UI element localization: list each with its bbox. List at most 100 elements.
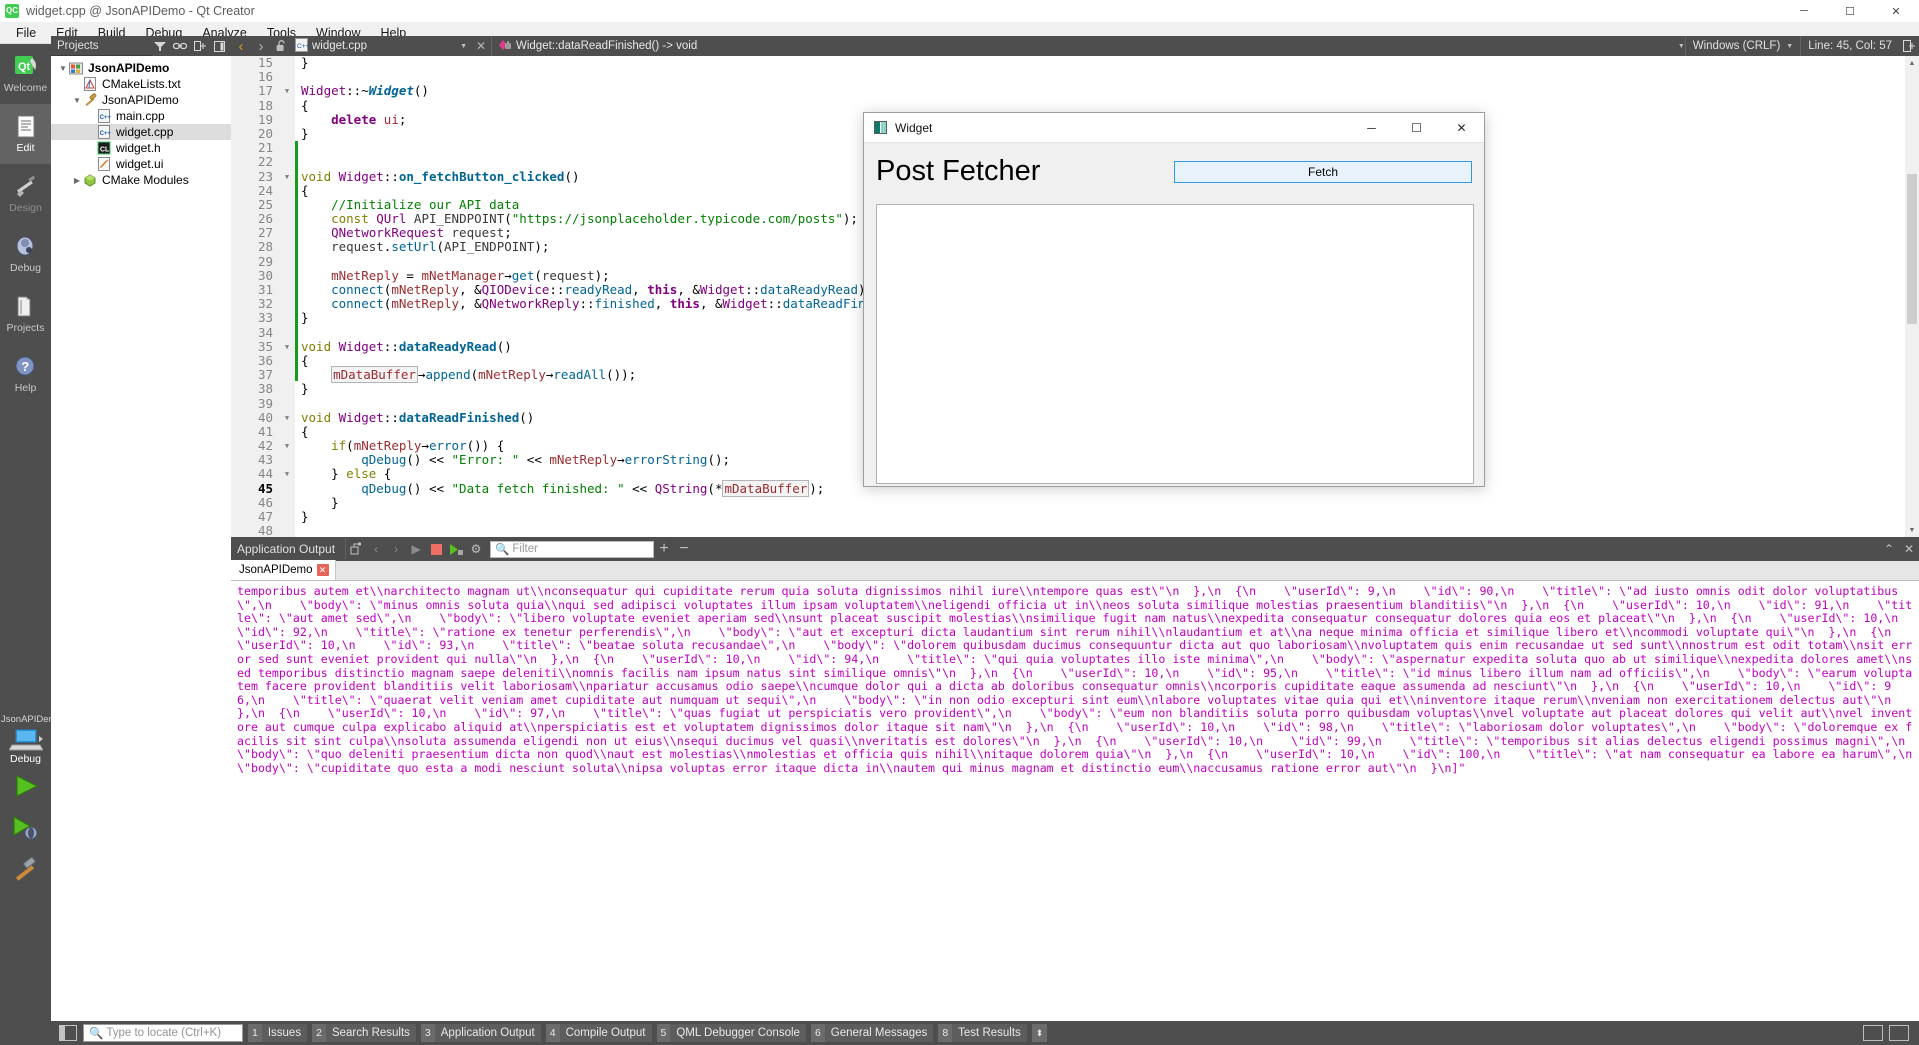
- close-output-pane-button[interactable]: ✕: [1899, 539, 1919, 559]
- code-line[interactable]: 18 {: [231, 98, 1919, 113]
- navigate-forward-button[interactable]: ›: [251, 36, 271, 56]
- open-file-combo[interactable]: C++ widget.cpp ▼: [291, 36, 471, 56]
- kit-selector[interactable]: JsonAPIDemo Debug: [0, 712, 51, 891]
- qt-logo-icon: QC: [5, 4, 19, 18]
- code-line[interactable]: 16: [231, 69, 1919, 84]
- filter-icon[interactable]: [152, 38, 169, 55]
- line-number: 45: [257, 480, 273, 496]
- widget-close-button[interactable]: ✕: [1439, 113, 1484, 142]
- code-line[interactable]: 47}: [231, 509, 1919, 524]
- widget-maximize-button[interactable]: ☐: [1394, 113, 1439, 142]
- line-ending-combo[interactable]: Windows (CRLF) ▼: [1686, 36, 1800, 56]
- zoom-in-button[interactable]: +: [654, 539, 674, 559]
- scrollbar-thumb[interactable]: [1907, 174, 1917, 324]
- line-number: 31: [257, 282, 273, 297]
- run-button[interactable]: [0, 765, 51, 807]
- code-line[interactable]: 17 ▼ Widget::~Widget(): [231, 84, 1919, 98]
- fold-toggle-icon[interactable]: ▼: [281, 84, 293, 98]
- fold-toggle-icon[interactable]: ▼: [281, 439, 293, 453]
- fold-toggle-icon[interactable]: ▼: [281, 170, 293, 184]
- project-selector-label: Projects: [57, 39, 99, 52]
- project-tree[interactable]: ▼ JsonAPIDemo CMakeLists.txt ▼ JsonAPIDemo C+…: [51, 56, 231, 1045]
- statusbar-tab-issues[interactable]: 1 Issues: [248, 1024, 308, 1042]
- progress-detail-icon[interactable]: [1863, 1025, 1883, 1041]
- chevron-right-icon[interactable]: ▶: [71, 176, 83, 185]
- fold-toggle-icon[interactable]: ▼: [281, 340, 293, 354]
- chevron-down-icon[interactable]: ▼: [1678, 43, 1685, 50]
- scroll-up-arrow-icon[interactable]: ▲: [1905, 56, 1919, 70]
- statusbar-tab-test-results[interactable]: 8 Test Results: [938, 1024, 1027, 1042]
- editor-vertical-scrollbar[interactable]: ▲ ▼: [1905, 56, 1919, 537]
- statusbar-tab-search-results[interactable]: 2 Search Results: [312, 1024, 416, 1042]
- tree-item-jsonapidemo[interactable]: ▼ JsonAPIDemo: [51, 92, 231, 108]
- tree-item-widget-cpp[interactable]: C++ widget.cpp: [51, 124, 231, 140]
- mode-debug[interactable]: Debug: [0, 224, 51, 284]
- widget-dialog[interactable]: Widget ─ ☐ ✕ Post Fetcher Fetch: [863, 112, 1485, 487]
- code-text: {: [301, 423, 309, 439]
- tree-item-widget-h[interactable]: CL widget.h: [51, 140, 231, 156]
- navigate-back-button[interactable]: ‹: [231, 36, 251, 56]
- debug-button[interactable]: [0, 807, 51, 849]
- code-line[interactable]: 46 }: [231, 495, 1919, 510]
- statusbar-tab-compile-output[interactable]: 4 Compile Output: [545, 1024, 652, 1042]
- prev-item-icon[interactable]: ‹: [366, 539, 386, 559]
- tree-item-widget-ui[interactable]: widget.ui: [51, 156, 231, 172]
- statusbar-tab-general-messages[interactable]: 6 General Messages: [810, 1024, 934, 1042]
- qt-welcome-icon: Qt: [13, 54, 39, 80]
- rerun-icon[interactable]: [446, 539, 466, 559]
- filter-input[interactable]: 🔍 Filter: [490, 540, 655, 558]
- window-maximize-button[interactable]: ☐: [1827, 0, 1873, 22]
- mode-design[interactable]: Design: [0, 164, 51, 224]
- application-output-text: temporibus autem et\\narchitecto magnam …: [231, 581, 1919, 825]
- toggle-sidebar-icon[interactable]: [59, 1025, 77, 1041]
- output-run-tab[interactable]: JsonAPIDemo ✕: [231, 560, 336, 580]
- close-panel-icon[interactable]: [1889, 1025, 1909, 1041]
- widget-minimize-button[interactable]: ─: [1349, 113, 1394, 142]
- mode-projects[interactable]: Projects: [0, 284, 51, 344]
- chevron-down-icon[interactable]: ▼: [71, 96, 83, 105]
- chevron-down-icon[interactable]: ▼: [448, 43, 467, 50]
- stop-icon[interactable]: [426, 539, 446, 559]
- symbol-combo[interactable]: Widget::dataReadFinished() -> void: [492, 36, 701, 56]
- close-document-button[interactable]: ✕: [471, 36, 491, 56]
- search-icon: 🔍: [89, 1028, 104, 1040]
- chevron-down-icon[interactable]: ▼: [57, 64, 69, 73]
- expand-all-icon[interactable]: [192, 38, 209, 55]
- post-output-textarea[interactable]: [876, 204, 1474, 484]
- fold-toggle-icon[interactable]: ▼: [281, 411, 293, 425]
- tree-item-cmakelists-txt[interactable]: CMakeLists.txt: [51, 76, 231, 92]
- hide-sidebar-icon[interactable]: [211, 38, 228, 55]
- close-icon[interactable]: ✕: [316, 564, 329, 576]
- window-close-button[interactable]: ✕: [1873, 0, 1919, 22]
- scroll-down-arrow-icon[interactable]: ▼: [1905, 523, 1919, 537]
- tree-item-jsonapidemo[interactable]: ▼ JsonAPIDemo: [51, 60, 231, 76]
- mode-welcome[interactable]: Qt Welcome: [0, 44, 51, 104]
- link-sync-icon[interactable]: [172, 38, 189, 55]
- attach-debugger-icon[interactable]: [346, 539, 366, 559]
- kit-build-config[interactable]: Debug: [0, 727, 51, 765]
- run-icon[interactable]: ▶: [406, 539, 426, 559]
- tree-item-main-cpp[interactable]: C++ main.cpp: [51, 108, 231, 124]
- zoom-out-button[interactable]: −: [674, 539, 694, 559]
- mode-help[interactable]: ? Help: [0, 344, 51, 404]
- statusbar-tab-application-output[interactable]: 3 Application Output: [420, 1024, 541, 1042]
- menu-file[interactable]: File: [6, 24, 46, 42]
- code-line[interactable]: 15}: [231, 56, 1919, 70]
- mode-edit[interactable]: Edit: [0, 104, 51, 164]
- tree-item-cmake-modules[interactable]: ▶ CMake Modules: [51, 172, 231, 188]
- code-text: request.setUrl(API_ENDPOINT);: [331, 239, 550, 255]
- settings-gear-icon[interactable]: ⚙: [466, 539, 486, 559]
- build-button[interactable]: [0, 849, 51, 891]
- maximize-output-pane-button[interactable]: ⌃: [1879, 539, 1899, 559]
- line-number: 48: [257, 523, 273, 537]
- fold-toggle-icon[interactable]: ▼: [281, 467, 293, 481]
- code-line[interactable]: 48: [231, 523, 1919, 537]
- fetch-button[interactable]: Fetch: [1174, 160, 1472, 183]
- split-editor-icon[interactable]: [1899, 36, 1919, 56]
- lock-open-icon[interactable]: [271, 36, 291, 56]
- statusbar-tab-qml-debugger-console[interactable]: 5 QML Debugger Console: [656, 1024, 806, 1042]
- next-item-icon[interactable]: ›: [386, 539, 406, 559]
- locator-input[interactable]: 🔍 Type to locate (Ctrl+K): [83, 1024, 243, 1042]
- output-tabs-scroll[interactable]: ⬍: [1031, 1024, 1048, 1042]
- window-minimize-button[interactable]: ─: [1781, 0, 1827, 22]
